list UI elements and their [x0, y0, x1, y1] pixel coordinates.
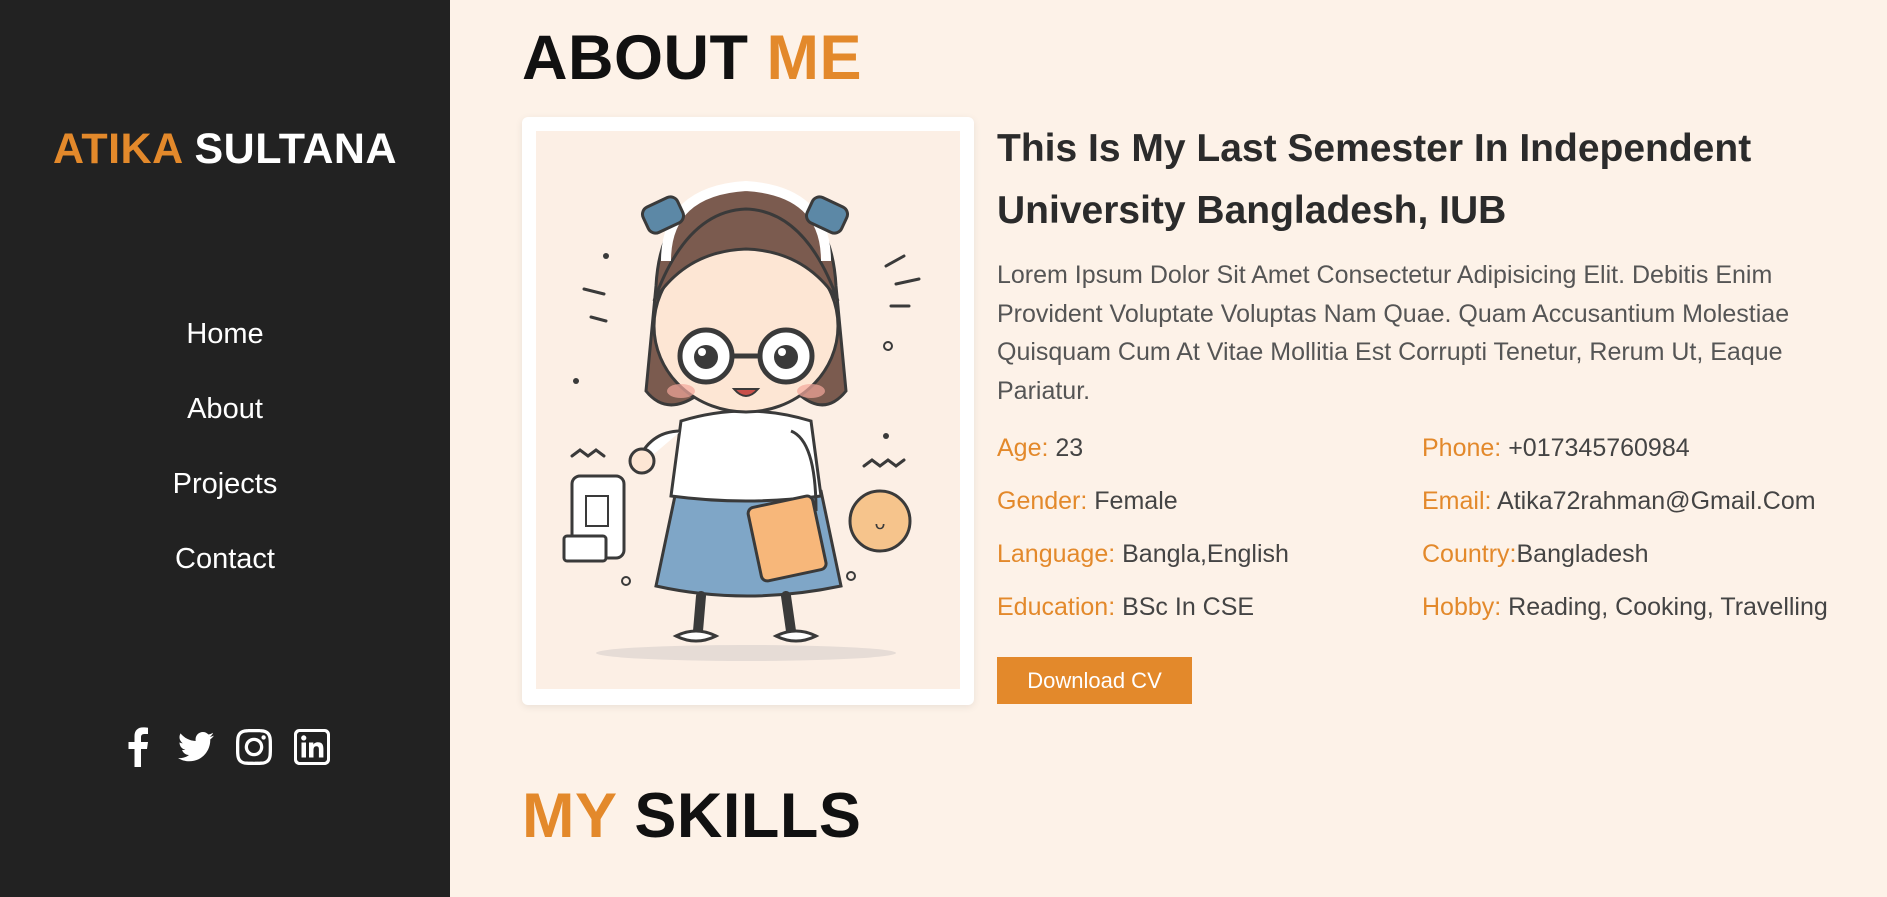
info-phone-label: Phone: [1422, 434, 1502, 462]
info-hobby-value: Reading, Cooking, Travelling [1501, 593, 1828, 621]
social-links [0, 727, 450, 767]
twitter-link[interactable] [178, 727, 214, 767]
nav-item-projects: Projects [0, 468, 450, 543]
skills-title-main: SKILLS [634, 781, 862, 851]
linkedin-icon [294, 729, 330, 765]
about-section-title: ABOUT ME [522, 22, 862, 94]
info-language-label: Language: [997, 540, 1116, 568]
info-phone-value: +017345760984 [1501, 434, 1690, 462]
facebook-icon [128, 727, 148, 767]
about-headline: This Is My Last Semester In Independent … [997, 127, 1752, 232]
skills-title-accent: MY [522, 781, 617, 851]
instagram-icon [236, 729, 272, 765]
linkedin-link[interactable] [294, 727, 330, 767]
info-age-label: Age: [997, 434, 1049, 462]
info-hobby: Hobby: Reading, Cooking, Travelling [1422, 589, 1842, 625]
info-gender-label: Gender: [997, 487, 1088, 515]
info-age-value: 23 [1048, 434, 1084, 462]
info-gender-value: Female [1087, 487, 1178, 515]
nav-item-about: About [0, 393, 450, 468]
about-description: Lorem Ipsum Dolor Sit Amet Consectetur A… [997, 261, 1790, 405]
profile-photo-card: ᴗ [522, 117, 974, 705]
info-country: Country:Bangladesh [1422, 536, 1842, 572]
brand-first-name: ATIKA [52, 125, 183, 173]
info-gender: Gender: Female [997, 483, 1422, 519]
profile-illustration: ᴗ [536, 131, 960, 689]
info-phone: Phone: +017345760984 [1422, 430, 1842, 466]
brand-name[interactable]: ATIKA SULTANA [0, 125, 450, 174]
svg-text:ᴗ: ᴗ [874, 513, 885, 534]
info-country-value: Bangladesh [1516, 540, 1649, 568]
facebook-link[interactable] [120, 727, 156, 767]
info-country-label: Country: [1422, 540, 1517, 568]
info-education-label: Education: [997, 593, 1116, 621]
info-education-value: BSc In CSE [1115, 593, 1255, 621]
main-nav: Home About Projects Contact [0, 318, 450, 618]
main-content: ABOUT ME ᴗ This Is My Last Semester In I… [450, 0, 1887, 897]
nav-link-home[interactable]: Home [186, 318, 263, 350]
info-age: Age: 23 [997, 430, 1422, 466]
brand-last-name: SULTANA [194, 125, 398, 173]
info-hobby-label: Hobby: [1422, 593, 1502, 621]
about-title-accent: ME [766, 23, 862, 93]
download-cv-button[interactable]: Download CV [997, 657, 1192, 704]
info-email: Email: Atika72rahman@Gmail.Com [1422, 483, 1842, 519]
nav-link-about[interactable]: About [187, 393, 263, 425]
skills-section-title: MY SKILLS [522, 780, 861, 852]
nav-item-contact: Contact [0, 543, 450, 618]
info-language-value: Bangla,English [1115, 540, 1289, 568]
info-email-value: Atika72rahman@Gmail.Com [1491, 487, 1816, 515]
nav-link-contact[interactable]: Contact [175, 543, 275, 575]
about-title-main: ABOUT [522, 23, 749, 93]
personal-info-grid: Age: 23 Phone: +017345760984 Gender: Fem… [997, 430, 1857, 625]
info-language: Language: Bangla,English [997, 536, 1422, 572]
about-details: This Is My Last Semester In Independent … [997, 118, 1857, 704]
instagram-link[interactable] [236, 727, 272, 767]
info-education: Education: BSc In CSE [997, 589, 1422, 625]
info-email-label: Email: [1422, 487, 1492, 515]
nav-item-home: Home [0, 318, 450, 393]
sidebar: ATIKA SULTANA Home About Projects Contac… [0, 0, 450, 897]
nav-link-projects[interactable]: Projects [173, 468, 278, 500]
twitter-icon [178, 732, 214, 762]
girl-avatar-illustration: ᴗ [562, 180, 921, 661]
